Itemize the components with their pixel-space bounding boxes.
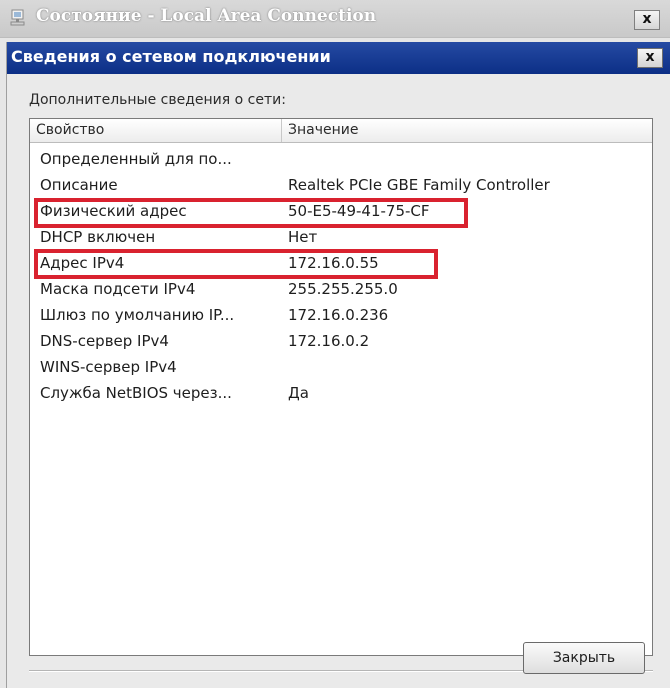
list-row-2[interactable]: Физический адрес 50-E5-49-41-75-CF	[30, 198, 652, 224]
background-window-title: Состояние - Local Area Connection	[36, 6, 377, 26]
dialog-title: Сведения о сетевом подключении	[11, 47, 331, 66]
column-header-value[interactable]: Значение	[282, 119, 652, 142]
row-value: Нет	[288, 228, 318, 246]
network-connection-details-dialog: Сведения о сетевом подключении x Дополни…	[6, 42, 670, 688]
row-value: 172.16.0.236	[288, 306, 389, 324]
list-row-3[interactable]: DHCP включен Нет	[30, 224, 652, 250]
group-label: Дополнительные сведения о сети:	[29, 92, 286, 108]
row-property: Адрес IPv4	[40, 254, 125, 272]
list-row-4[interactable]: Адрес IPv4 172.16.0.55	[30, 250, 652, 276]
row-value: Realtek PCIe GBE Family Controller	[288, 176, 550, 194]
row-property: DNS-сервер IPv4	[40, 332, 169, 350]
row-value	[288, 354, 648, 380]
row-value: 50-E5-49-41-75-CF	[288, 202, 430, 220]
row-value	[288, 146, 648, 172]
list-row-7[interactable]: DNS-сервер IPv4 172.16.0.2	[30, 328, 652, 354]
column-header-property[interactable]: Свойство	[30, 119, 282, 142]
row-value: 172.16.0.55	[288, 254, 379, 272]
dialog-titlebar: Сведения о сетевом подключении x	[7, 42, 670, 74]
row-property: Физический адрес	[40, 202, 187, 220]
network-details-list[interactable]: Свойство Значение Определенный для по...…	[29, 118, 653, 656]
list-row-6[interactable]: Шлюз по умолчанию IP... 172.16.0.236	[30, 302, 652, 328]
screen: Состояние - Local Area Connection x Свед…	[0, 0, 670, 688]
list-row-5[interactable]: Маска подсети IPv4 255.255.255.0	[30, 276, 652, 302]
list-row-8[interactable]: WINS-сервер IPv4	[30, 354, 652, 380]
list-row-9[interactable]: Служба NetBIOS через... Да	[30, 380, 652, 406]
row-property: DHCP включен	[40, 228, 156, 246]
background-window-close-button[interactable]: x	[634, 10, 660, 30]
list-header: Свойство Значение	[30, 119, 652, 143]
row-property: Определенный для по...	[40, 150, 232, 168]
row-value: Да	[288, 384, 309, 402]
background-window-titlebar: Состояние - Local Area Connection x	[0, 0, 670, 38]
list-row-0[interactable]: Определенный для по...	[30, 146, 652, 172]
row-property: Шлюз по умолчанию IP...	[40, 306, 235, 324]
list-row-1[interactable]: Описание Realtek PCIe GBE Family Control…	[30, 172, 652, 198]
row-value: 172.16.0.2	[288, 332, 370, 350]
close-button[interactable]: Закрыть	[523, 642, 645, 674]
row-property: WINS-сервер IPv4	[40, 358, 177, 376]
row-value: 255.255.255.0	[288, 280, 398, 298]
row-property: Описание	[40, 176, 118, 194]
network-connection-icon	[10, 9, 25, 26]
dialog-close-button[interactable]: x	[637, 48, 663, 68]
row-property: Служба NetBIOS через...	[40, 384, 232, 402]
row-property: Маска подсети IPv4	[40, 280, 196, 298]
